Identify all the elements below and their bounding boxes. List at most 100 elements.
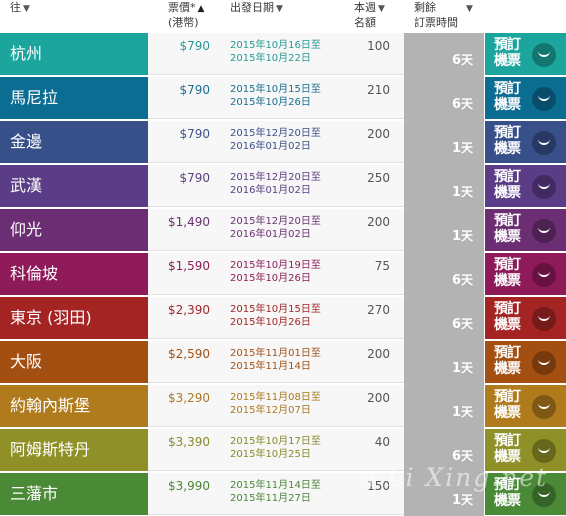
- smile-icon: [532, 439, 556, 463]
- fare-row[interactable]: 杭州 $790 2015年10月16日至 2015年10月22日 100 6天 …: [0, 33, 566, 77]
- smile-icon: [532, 395, 556, 419]
- book-button[interactable]: 預訂機票: [485, 33, 566, 75]
- remaining-time: 6天: [404, 77, 484, 121]
- fare-row[interactable]: 東京 (羽田) $2,390 2015年10月15日至 2015年10月26日 …: [0, 297, 566, 341]
- fare-row[interactable]: 金邊 $790 2015年12月20日至 2016年01月02日 200 1天 …: [0, 121, 566, 165]
- book-button[interactable]: 預訂機票: [485, 473, 566, 515]
- date-from: 2015年10月15日至: [230, 84, 321, 95]
- price-column-label: 票價*: [168, 1, 196, 14]
- travel-dates: 2015年10月16日至 2015年10月22日: [230, 39, 321, 65]
- fare-details: $2,390 2015年10月15日至 2015年10月26日 270: [148, 297, 404, 339]
- book-button[interactable]: 預訂機票: [485, 385, 566, 427]
- remaining-column-label: 剩餘: [414, 1, 436, 14]
- fare-details: $2,590 2015年11月01日至 2015年11月14日 200: [148, 341, 404, 383]
- destination-column-header[interactable]: 往 ▼: [10, 1, 30, 16]
- book-button[interactable]: 預訂機票: [485, 77, 566, 119]
- book-button[interactable]: 預訂機票: [485, 297, 566, 339]
- fare-row[interactable]: 約翰內斯堡 $3,290 2015年11月08日至 2015年12月07日 20…: [0, 385, 566, 429]
- date-from: 2015年10月15日至: [230, 304, 321, 315]
- book-button[interactable]: 預訂機票: [485, 341, 566, 383]
- quota: 270: [367, 303, 390, 317]
- travel-dates: 2015年10月15日至 2015年10月26日: [230, 83, 321, 109]
- destination-cell[interactable]: 金邊: [0, 121, 148, 163]
- remaining-time: 6天: [404, 429, 484, 473]
- remaining-column-header[interactable]: 剩餘 ▼ 訂票時間: [414, 1, 473, 29]
- travel-dates: 2015年11月08日至 2015年12月07日: [230, 391, 321, 417]
- fare-row[interactable]: 武漢 $790 2015年12月20日至 2016年01月02日 250 1天 …: [0, 165, 566, 209]
- smile-icon: [532, 219, 556, 243]
- quota-column-label: 本週: [354, 1, 376, 14]
- days-value: 6: [451, 449, 461, 464]
- destination-cell[interactable]: 約翰內斯堡: [0, 385, 148, 427]
- days-unit: 天: [460, 273, 473, 287]
- price: $3,390: [168, 435, 210, 449]
- destination-cell[interactable]: 杭州: [0, 33, 148, 75]
- destination-cell[interactable]: 東京 (羽田): [0, 297, 148, 339]
- days-value: 6: [451, 273, 461, 288]
- fare-details: $790 2015年12月20日至 2016年01月02日 250: [148, 165, 404, 207]
- days-value: 1: [451, 405, 461, 420]
- days-value: 6: [451, 317, 461, 332]
- days-unit: 天: [460, 53, 473, 67]
- fare-details: $1,490 2015年12月20日至 2016年01月02日 200: [148, 209, 404, 251]
- book-button[interactable]: 預訂機票: [485, 165, 566, 207]
- date-to: 2015年10月25日: [230, 449, 311, 460]
- destination-cell[interactable]: 三藩市: [0, 473, 148, 515]
- destination-cell[interactable]: 科倫坡: [0, 253, 148, 295]
- book-button[interactable]: 預訂機票: [485, 121, 566, 163]
- days-remaining: 6天: [452, 95, 473, 112]
- date-to: 2016年01月02日: [230, 229, 311, 240]
- fare-row[interactable]: 馬尼拉 $790 2015年10月15日至 2015年10月26日 210 6天…: [0, 77, 566, 121]
- quota: 200: [367, 215, 390, 229]
- days-value: 1: [451, 493, 461, 508]
- fare-row[interactable]: 三藩市 $3,990 2015年11月14日至 2015年11月27日 150 …: [0, 473, 566, 516]
- price-column-header[interactable]: 票價* ▲ (港幣): [168, 1, 204, 29]
- destination-cell[interactable]: 仰光: [0, 209, 148, 251]
- remaining-time: 6天: [404, 297, 484, 341]
- days-unit: 天: [460, 97, 473, 111]
- remaining-time: 1天: [404, 165, 484, 209]
- price: $1,590: [168, 259, 210, 273]
- destination-cell[interactable]: 馬尼拉: [0, 77, 148, 119]
- quota-column-header[interactable]: 本週 ▼ 名額: [354, 1, 385, 29]
- fare-details: $3,290 2015年11月08日至 2015年12月07日 200: [148, 385, 404, 427]
- quota: 200: [367, 347, 390, 361]
- book-button[interactable]: 預訂機票: [485, 429, 566, 471]
- days-remaining: 6天: [452, 271, 473, 288]
- price-column-currency: (港幣): [168, 16, 199, 29]
- date-to: 2015年10月22日: [230, 53, 311, 64]
- days-value: 1: [451, 361, 461, 376]
- price: $790: [179, 171, 210, 185]
- fare-row[interactable]: 仰光 $1,490 2015年12月20日至 2016年01月02日 200 1…: [0, 209, 566, 253]
- quota: 200: [367, 127, 390, 141]
- book-button[interactable]: 預訂機票: [485, 209, 566, 251]
- destination-cell[interactable]: 大阪: [0, 341, 148, 383]
- quota: 210: [367, 83, 390, 97]
- days-value: 1: [451, 185, 461, 200]
- travel-dates: 2015年11月14日至 2015年11月27日: [230, 479, 321, 505]
- price: $2,390: [168, 303, 210, 317]
- travel-dates: 2015年12月20日至 2016年01月02日: [230, 171, 321, 197]
- days-unit: 天: [460, 493, 473, 507]
- date-column-label: 出發日期: [230, 1, 274, 14]
- price: $790: [179, 39, 210, 53]
- book-label: 預訂機票: [494, 345, 521, 377]
- book-label: 預訂機票: [494, 433, 521, 465]
- fare-row[interactable]: 阿姆斯特丹 $3,390 2015年10月17日至 2015年10月25日 40…: [0, 429, 566, 473]
- fare-details: $790 2015年10月15日至 2015年10月26日 210: [148, 77, 404, 119]
- travel-dates: 2015年11月01日至 2015年11月14日: [230, 347, 321, 373]
- fare-row[interactable]: 大阪 $2,590 2015年11月01日至 2015年11月14日 200 1…: [0, 341, 566, 385]
- price: $790: [179, 83, 210, 97]
- remaining-time: 6天: [404, 33, 484, 77]
- quota: 75: [374, 259, 390, 273]
- date-from: 2015年11月14日至: [230, 480, 321, 491]
- book-label: 預訂機票: [494, 257, 521, 289]
- destination-cell[interactable]: 阿姆斯特丹: [0, 429, 148, 471]
- fare-row[interactable]: 科倫坡 $1,590 2015年10月19日至 2015年10月26日 75 6…: [0, 253, 566, 297]
- remaining-time: 1天: [404, 121, 484, 165]
- destination-cell[interactable]: 武漢: [0, 165, 148, 207]
- book-button[interactable]: 預訂機票: [485, 253, 566, 295]
- quota: 150: [367, 479, 390, 493]
- book-label: 預訂機票: [494, 213, 521, 245]
- date-column-header[interactable]: 出發日期 ▼: [230, 1, 283, 16]
